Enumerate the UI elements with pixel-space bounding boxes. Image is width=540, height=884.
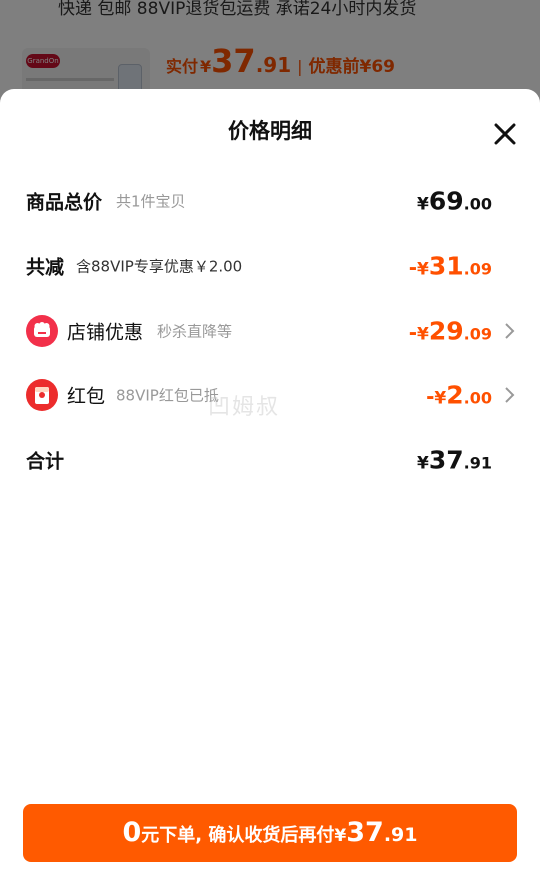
row-total-goods: 商品总价 共1件宝贝 ¥69.00: [26, 181, 516, 221]
red-packet-icon: [26, 379, 58, 411]
shop-discount-note: 秒杀直降等: [157, 322, 233, 341]
total-label: 合计: [26, 450, 65, 473]
reduction-note: 含88VIP专享优惠￥2.00: [76, 257, 243, 276]
row-shop-discount[interactable]: 店铺优惠 秒杀直降等 -¥29.09: [26, 311, 516, 351]
watermark: 凹姆叔: [208, 395, 281, 420]
total-amount: ¥37.91: [417, 445, 492, 475]
sheet-title: 价格明细: [228, 119, 312, 143]
red-packet-amount: -¥2.00: [426, 380, 492, 410]
button-price-dec: .91: [383, 824, 418, 846]
row-reduction: 共减 含88VIP专享优惠￥2.00 -¥31.09: [26, 246, 516, 286]
red-packet-label: 红包: [67, 385, 106, 408]
shop-icon: [26, 315, 58, 347]
button-currency: ¥: [334, 826, 347, 846]
reduction-amount: -¥31.09: [408, 251, 492, 281]
close-icon[interactable]: [490, 119, 520, 149]
shop-discount-amount: -¥29.09: [408, 316, 492, 346]
red-packet-note: 88VIP红包已抵: [116, 386, 219, 405]
reduction-label: 共减: [26, 256, 65, 279]
zero-amount: 0: [122, 817, 142, 848]
shop-discount-label: 店铺优惠: [67, 321, 144, 344]
chevron-right-icon[interactable]: [502, 386, 516, 404]
total-goods-count: 共1件宝贝: [116, 192, 186, 211]
total-goods-amount: ¥69.00: [417, 186, 492, 216]
price-detail-sheet: 价格明细 商品总价 共1件宝贝 ¥69.00 共减 含88VIP专享优惠￥2.0…: [0, 89, 540, 884]
total-goods-label: 商品总价: [26, 191, 103, 214]
place-order-button[interactable]: 0元下单, 确认收货后再付¥37.91: [23, 804, 517, 862]
row-total: 合计 ¥37.91: [26, 440, 516, 480]
place-order-text: 元下单, 确认收货后再付: [141, 825, 335, 846]
chevron-right-icon[interactable]: [502, 322, 516, 340]
button-price-int: 37: [346, 817, 384, 848]
